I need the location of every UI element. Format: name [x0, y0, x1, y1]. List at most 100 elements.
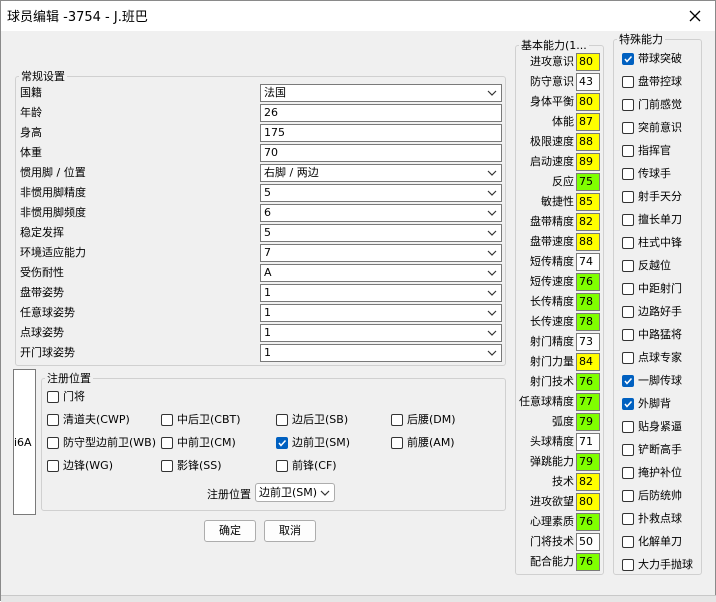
regular-row-label: 非惯用脚频度	[20, 206, 86, 219]
basic-stat-label: 技术	[552, 475, 574, 488]
basic-stat-input[interactable]: 88	[576, 233, 600, 251]
basic-stat-input[interactable]: 76	[576, 553, 600, 571]
special-ability-checkbox[interactable]	[622, 329, 634, 341]
basic-stat-input[interactable]: 80	[576, 53, 600, 71]
basic-stat-input[interactable]: 79	[576, 413, 600, 431]
special-ability-checkbox[interactable]	[622, 444, 634, 456]
basic-stat-input[interactable]: 87	[576, 113, 600, 131]
special-ability-checkbox[interactable]	[622, 306, 634, 318]
position-checkbox[interactable]	[391, 414, 403, 426]
regular-row-select[interactable]: 6	[260, 204, 502, 222]
basic-stat-input[interactable]: 88	[576, 133, 600, 151]
basic-stat-label: 进攻意识	[530, 55, 574, 68]
basic-stat-input[interactable]: 82	[576, 213, 600, 231]
chevron-down-icon	[487, 330, 497, 336]
special-ability-checkbox[interactable]	[622, 237, 634, 249]
registered-position-select[interactable]: 边前卫(SM)	[255, 483, 335, 502]
regular-row-select[interactable]: 1	[260, 284, 502, 302]
position-checkbox[interactable]	[161, 460, 173, 472]
gk-checkbox[interactable]	[47, 391, 59, 403]
position-checkbox[interactable]	[161, 437, 173, 449]
basic-stat-input[interactable]: 43	[576, 73, 600, 91]
basic-stat-input[interactable]: 71	[576, 433, 600, 451]
basic-stat-label: 极限速度	[530, 135, 574, 148]
special-ability-checkbox[interactable]	[622, 559, 634, 571]
basic-stat-input[interactable]: 50	[576, 533, 600, 551]
basic-stat-label: 进攻欲望	[530, 495, 574, 508]
regular-row-label: 惯用脚 / 位置	[20, 166, 86, 179]
basic-stat-input[interactable]: 74	[576, 253, 600, 271]
special-ability-label: 带球突破	[638, 52, 682, 65]
special-ability-checkbox[interactable]	[622, 398, 634, 410]
special-ability-checkbox[interactable]	[622, 421, 634, 433]
special-ability-checkbox[interactable]	[622, 283, 634, 295]
cancel-button[interactable]: 取消	[264, 520, 316, 542]
regular-row-select[interactable]: 1	[260, 324, 502, 342]
position-checkbox[interactable]	[47, 460, 59, 472]
regular-row-select[interactable]: 1	[260, 304, 502, 322]
basic-stat-input[interactable]: 80	[576, 93, 600, 111]
special-ability-label: 边路好手	[638, 305, 682, 318]
close-button[interactable]	[675, 1, 715, 31]
position-checkbox[interactable]	[276, 437, 288, 449]
basic-stat-input[interactable]: 78	[576, 293, 600, 311]
special-ability-checkbox[interactable]	[622, 99, 634, 111]
basic-stat-input[interactable]: 85	[576, 193, 600, 211]
basic-stat-input[interactable]: 82	[576, 473, 600, 491]
special-ability-checkbox[interactable]	[622, 145, 634, 157]
basic-stat-input[interactable]: 89	[576, 153, 600, 171]
regular-row-select[interactable]: 右脚 / 两边	[260, 164, 502, 182]
special-ability-checkbox[interactable]	[622, 467, 634, 479]
basic-stat-label: 盘带精度	[530, 215, 574, 228]
basic-stat-input[interactable]: 73	[576, 333, 600, 351]
regular-row-input[interactable]: 70	[260, 144, 502, 162]
special-ability-checkbox[interactable]	[622, 352, 634, 364]
special-ability-checkbox[interactable]	[622, 122, 634, 134]
regular-row-input[interactable]: 175	[260, 124, 502, 142]
regular-row-select[interactable]: A	[260, 264, 502, 282]
ok-button[interactable]: 确定	[204, 520, 256, 542]
regular-row-label: 盘带姿势	[20, 286, 64, 299]
special-ability-checkbox[interactable]	[622, 513, 634, 525]
special-ability-checkbox[interactable]	[622, 214, 634, 226]
special-ability-checkbox[interactable]	[622, 490, 634, 502]
basic-stat-input[interactable]: 76	[576, 513, 600, 531]
regular-row-select[interactable]: 5	[260, 184, 502, 202]
basic-stat-input[interactable]: 79	[576, 453, 600, 471]
special-ability-checkbox[interactable]	[622, 260, 634, 272]
regular-row-select[interactable]: 1	[260, 344, 502, 362]
position-checkbox[interactable]	[161, 414, 173, 426]
position-checkbox[interactable]	[47, 437, 59, 449]
basic-stat-input[interactable]: 80	[576, 493, 600, 511]
basic-stat-input[interactable]: 75	[576, 173, 600, 191]
special-ability-checkbox[interactable]	[622, 191, 634, 203]
basic-stat-input[interactable]: 76	[576, 273, 600, 291]
special-ability-checkbox[interactable]	[622, 53, 634, 65]
chevron-down-icon	[487, 90, 497, 96]
position-checkbox[interactable]	[391, 437, 403, 449]
basic-stat-input[interactable]: 84	[576, 353, 600, 371]
basic-stat-input[interactable]: 77	[576, 393, 600, 411]
basic-stat-input[interactable]: 78	[576, 313, 600, 331]
basic-stat-input[interactable]: 76	[576, 373, 600, 391]
basic-stat-label: 弧度	[552, 415, 574, 428]
special-ability-checkbox[interactable]	[622, 76, 634, 88]
regular-row-input[interactable]: 26	[260, 104, 502, 122]
special-ability-checkbox[interactable]	[622, 536, 634, 548]
position-checkbox[interactable]	[276, 460, 288, 472]
special-ability-checkbox[interactable]	[622, 168, 634, 180]
regular-row-label: 非惯用脚精度	[20, 186, 86, 199]
regular-row-select[interactable]: 7	[260, 244, 502, 262]
special-ability-label: 中距射门	[638, 282, 682, 295]
position-checkbox[interactable]	[276, 414, 288, 426]
basic-stat-label: 长传精度	[530, 295, 574, 308]
regular-row-value: 5	[264, 186, 271, 199]
title-bar[interactable]: 球员编辑 -3754 - J.班巴	[1, 1, 715, 31]
special-ability-checkbox[interactable]	[622, 375, 634, 387]
position-checkbox[interactable]	[47, 414, 59, 426]
regular-row-select[interactable]: 5	[260, 224, 502, 242]
regular-row-select[interactable]: 法国	[260, 84, 502, 102]
regular-row-value: 右脚 / 两边	[264, 166, 319, 179]
special-ability-label: 一脚传球	[638, 374, 682, 387]
basic-stat-label: 射门力量	[530, 355, 574, 368]
